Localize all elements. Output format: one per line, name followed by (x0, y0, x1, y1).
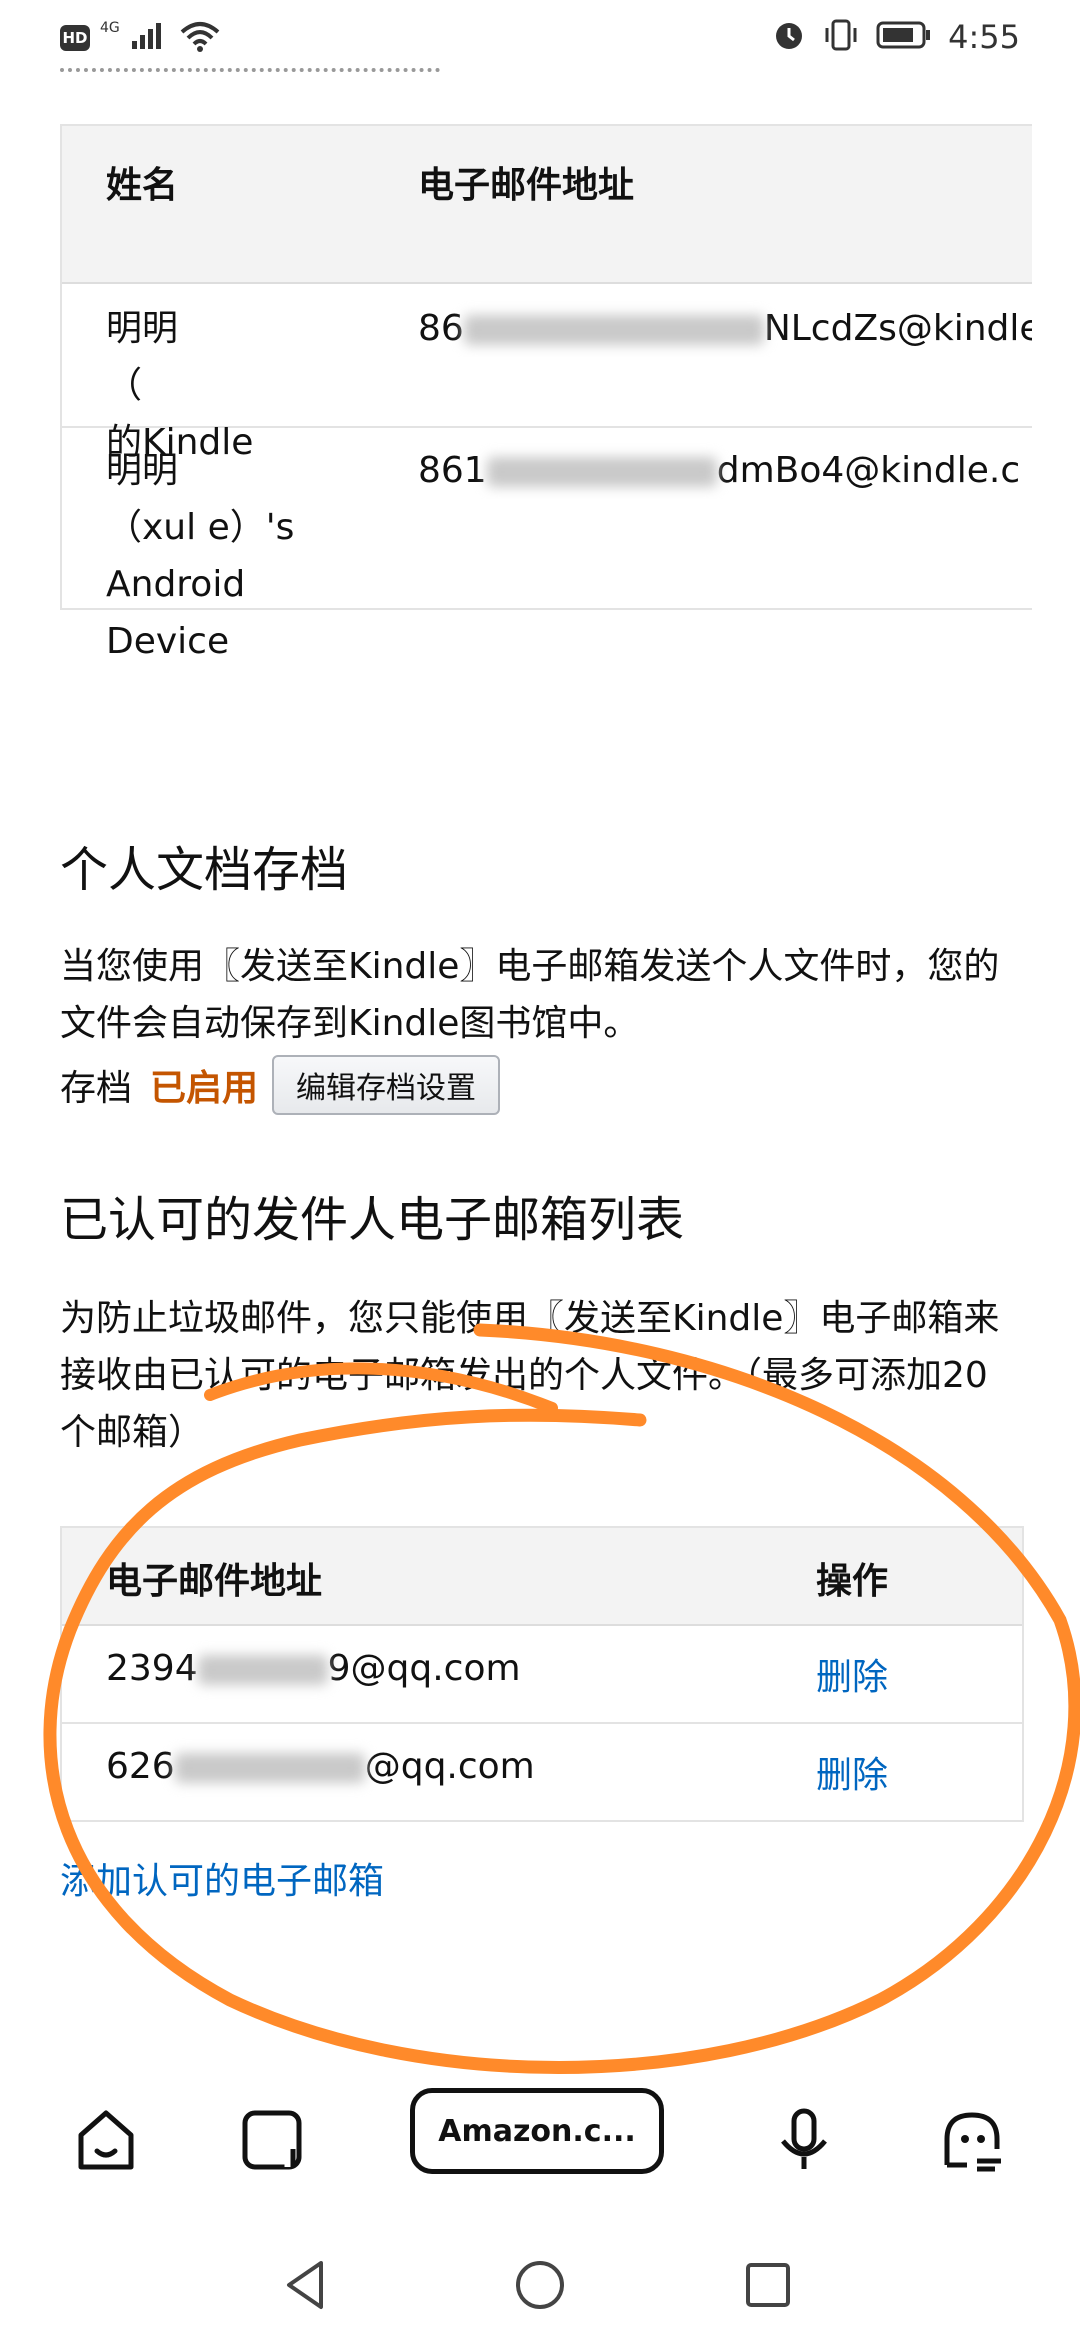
device-email: 86NLcdZs@kindle.c (418, 308, 1032, 349)
table-row: 明明 （xul e）'s Android Device 861 dmBo4@kin… (62, 428, 1032, 662)
action-column-header: 操作 (816, 1561, 889, 1602)
browser-bottom-bar: Amazon.c... (0, 2080, 1080, 2220)
devices-table: 姓名 电子邮件地址 明明 （ 的Kindle 86NLcdZs@kindle.c… (60, 124, 1032, 662)
signal-icon (130, 21, 170, 55)
approved-email: 2394 9@qq.com (106, 1648, 521, 1689)
archive-status-line: 存档 已启用 编辑存档设置 (60, 1052, 501, 1118)
approved-senders-table: 电子邮件地址 操作 2394 9@qq.com 删除 626 @qq.com 删除 (60, 1526, 1024, 1822)
devices-table-header: 姓名 电子邮件地址 (62, 126, 1032, 284)
approved-section-title: 已认可的发件人电子邮箱列表 (60, 1192, 685, 1248)
add-approved-email-link[interactable]: 添加认可的电子邮箱 (60, 1852, 384, 1904)
cut-off-text (60, 62, 480, 76)
wifi-icon (180, 20, 220, 56)
archive-status: 已启用 (150, 1068, 259, 1109)
tabs-icon[interactable] (232, 2100, 312, 2180)
network-type: 4G (100, 20, 120, 36)
table-row: 明明 （ 的Kindle 86NLcdZs@kindle.c (62, 284, 1032, 463)
delete-link[interactable]: 删除 (816, 1746, 888, 1798)
device-email: 861 dmBo4@kindle.c (418, 450, 1021, 491)
system-nav-bar (0, 2240, 1080, 2339)
device-name: 明明 （xul e）'s Android Device (106, 450, 295, 662)
alarm-icon (772, 18, 806, 56)
table-row: 2394 9@qq.com 删除 (62, 1626, 1022, 1724)
back-icon[interactable] (272, 2250, 342, 2320)
microphone-icon[interactable] (764, 2100, 844, 2180)
approved-email: 626 @qq.com (106, 1746, 535, 1787)
home-icon[interactable] (66, 2100, 146, 2180)
name-column-header: 姓名 (106, 165, 179, 206)
hd-badge: HD (60, 25, 90, 51)
approved-table-header: 电子邮件地址 操作 (62, 1528, 1022, 1626)
email-column-header: 电子邮件地址 (418, 165, 635, 206)
delete-link[interactable]: 删除 (816, 1648, 888, 1700)
assistant-icon[interactable] (932, 2100, 1012, 2180)
email-column-header: 电子邮件地址 (106, 1561, 323, 1602)
archive-section-title: 个人文档存档 (60, 842, 349, 898)
archive-label: 存档 (60, 1068, 133, 1109)
clock: 4:55 (948, 18, 1020, 56)
battery-icon (876, 20, 932, 54)
archive-description: 当您使用〖发送至Kindle〗电子邮箱发送个人文件时，您的文件会自动保存到Kin… (60, 946, 1000, 1044)
vibrate-icon (822, 18, 860, 56)
home-circle-icon[interactable] (505, 2250, 575, 2320)
table-row: 626 @qq.com 删除 (62, 1724, 1022, 1820)
edit-archive-settings-button[interactable]: 编辑存档设置 (272, 1055, 501, 1115)
url-bar[interactable]: Amazon.c... (410, 2088, 664, 2174)
approved-description: 为防止垃圾邮件，您只能使用〖发送至Kindle〗电子邮箱来接收由已认可的电子邮箱… (60, 1298, 1000, 1453)
recents-icon[interactable] (733, 2250, 803, 2320)
